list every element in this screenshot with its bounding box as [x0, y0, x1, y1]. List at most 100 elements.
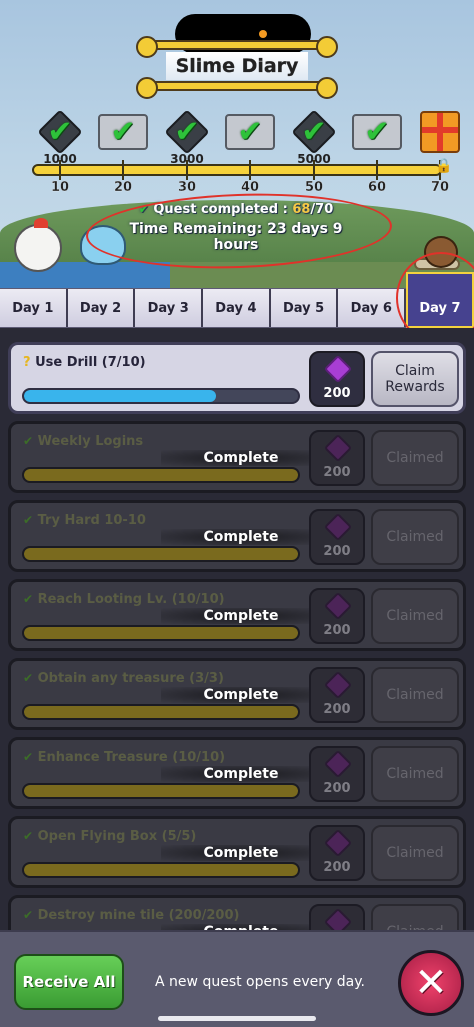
quest-progress-bar: [22, 388, 300, 404]
check-icon: ✔: [23, 829, 34, 843]
milestone-2[interactable]: ✔: [95, 112, 151, 152]
complete-label: Complete: [161, 450, 321, 466]
reward-amount: 200: [323, 623, 351, 638]
tick-label: 10: [50, 180, 70, 195]
quest-title: Obtain any treasure (3/3): [37, 671, 224, 686]
tick-label: 50: [304, 180, 324, 195]
receive-all-button[interactable]: Receive All: [14, 954, 124, 1010]
points-label: 3000: [170, 152, 204, 166]
quest-title-row: ✔ Weekly Logins: [23, 434, 143, 449]
quest-progress-fill: [24, 469, 298, 481]
complete-label: Complete: [161, 687, 321, 703]
quest-title: Destroy mine tile (200/200): [37, 908, 240, 923]
home-indicator[interactable]: [158, 1016, 316, 1021]
claimed-button[interactable]: Claimed: [371, 825, 459, 881]
quest-card: ✔ Destroy mine tile (200/200)Complete200…: [8, 895, 466, 930]
reward-amount: 200: [323, 386, 351, 401]
complete-label: Complete: [161, 608, 321, 624]
quest-card: ✔ Weekly Logins Complete 200 Claimed: [8, 421, 466, 493]
tick-label: 20: [113, 180, 133, 195]
quest-card: ✔ Obtain any treasure (3/3) Complete 200 Cl…: [8, 658, 466, 730]
quest-progress-fill: [24, 706, 298, 718]
claimed-button[interactable]: Claimed: [371, 904, 459, 930]
points-label: 1000: [43, 152, 77, 166]
check-icon: ✔: [23, 434, 34, 448]
claimed-button[interactable]: Claimed: [371, 746, 459, 802]
milestone-3[interactable]: ✔: [164, 109, 210, 155]
check-icon: ✔: [23, 750, 34, 764]
quest-title-row: ? Use Drill (7/10): [23, 355, 146, 370]
claimed-button[interactable]: Claimed: [371, 509, 459, 565]
diary-scene: Slime Diary ✔ ✔ ✔ ✔ ✔ ✔ 10 20 30 40 50 60 70 1000 300…: [0, 0, 474, 288]
quest-list[interactable]: ? Use Drill (7/10) 200 Claim Rewards ✔ Week…: [0, 328, 474, 930]
reward-amount: 200: [323, 781, 351, 796]
milestone-1[interactable]: ✔: [37, 109, 83, 155]
check-icon: ✔: [23, 671, 34, 685]
quest-title: Try Hard 10-10: [37, 513, 146, 528]
quest-card: ✔ Try Hard 10-10 Complete 200 Claimed: [8, 500, 466, 572]
tab-day-2[interactable]: Day 2: [67, 289, 136, 327]
progress-track: [32, 164, 442, 176]
complete-label: Complete: [161, 845, 321, 861]
quest-progress-fill: [24, 390, 216, 402]
milestone-6[interactable]: ✔: [349, 112, 405, 152]
reward-amount: 200: [323, 860, 351, 875]
progress-tick: [122, 160, 124, 180]
gem-icon: [323, 670, 353, 700]
footer-bar: Receive All A new quest opens every day.…: [0, 930, 474, 1027]
claim-rewards-button[interactable]: Claim Rewards: [371, 351, 459, 407]
quest-title: Weekly Logins: [37, 434, 144, 449]
quest-title-row: ✔ Enhance Treasure (10/10): [23, 750, 225, 765]
gem-icon: [323, 591, 353, 621]
close-button[interactable]: ✕: [398, 950, 464, 1016]
quest-title: Open Flying Box (5/5): [37, 829, 197, 844]
gem-icon: [323, 512, 353, 542]
milestone-5[interactable]: ✔: [291, 109, 337, 155]
check-icon: ✔: [301, 114, 327, 150]
reward-amount: 200: [323, 702, 351, 717]
reward-gem-box: 200: [309, 746, 365, 802]
check-icon: ✔: [174, 114, 200, 150]
milestone-4[interactable]: ✔: [222, 112, 278, 152]
check-icon: ✔: [23, 908, 34, 922]
quest-title-row: ✔ Open Flying Box (5/5): [23, 829, 196, 844]
progress-tick: [376, 160, 378, 180]
gem-icon: [323, 828, 353, 858]
check-icon: ✔: [47, 114, 73, 150]
quest-progress-bar: [22, 625, 300, 641]
claimed-button[interactable]: Claimed: [371, 588, 459, 644]
tick-label: 30: [177, 180, 197, 195]
tab-day-5[interactable]: Day 5: [270, 289, 339, 327]
quest-progress-bar: [22, 704, 300, 720]
reward-gem-box: 200: [309, 825, 365, 881]
quest-progress-fill: [24, 548, 298, 560]
quest-title-row: ✔ Try Hard 10-10: [23, 513, 146, 528]
reward-gem-box: 200: [309, 509, 365, 565]
check-icon: ✔: [237, 114, 263, 150]
reward-gem-box: 200: [309, 667, 365, 723]
quest-title-row: ✔ Obtain any treasure (3/3): [23, 671, 224, 686]
check-icon: ✔: [364, 114, 390, 150]
milestone-7[interactable]: [420, 111, 460, 153]
tab-day-3[interactable]: Day 3: [135, 289, 204, 327]
reward-gem-box: 200: [309, 588, 365, 644]
title-rod-top: [136, 36, 338, 58]
claimed-button[interactable]: Claimed: [371, 430, 459, 486]
complete-label: Complete: [161, 766, 321, 782]
claimed-button[interactable]: Claimed: [371, 667, 459, 723]
complete-label: Complete: [161, 529, 321, 545]
quest-title-row: ✔ Destroy mine tile (200/200): [23, 908, 239, 923]
gift-icon: [420, 111, 460, 153]
tab-day-4[interactable]: Day 4: [203, 289, 271, 327]
reward-amount: 200: [323, 465, 351, 480]
quest-title-row: ✔ Reach Looting Lv. (10/10): [23, 592, 225, 607]
lock-icon: 🔒: [435, 158, 453, 174]
reward-gem-box: 200: [309, 351, 365, 407]
tab-day-1[interactable]: Day 1: [0, 289, 68, 327]
reward-gem-box: 200: [309, 430, 365, 486]
check-icon: ✔: [23, 513, 34, 527]
quest-progress-bar: [22, 862, 300, 878]
tick-label: 60: [367, 180, 387, 195]
quest-progress-fill: [24, 627, 298, 639]
reward-amount: 200: [323, 544, 351, 559]
